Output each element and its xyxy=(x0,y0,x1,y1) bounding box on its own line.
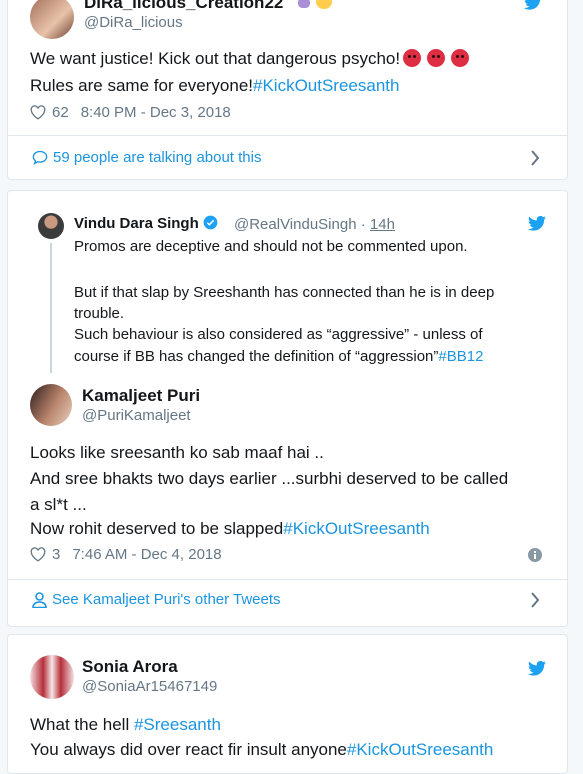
purple-heart-icon xyxy=(298,0,310,8)
tweet-card-kamaljeet: Vindu Dara Singh @RealVinduSingh · 14h P… xyxy=(7,190,568,627)
like-count[interactable]: 3 xyxy=(52,546,60,563)
tweet-text-line: Rules are same for everyone!#KickOutSree… xyxy=(30,76,400,95)
angry-face-icon xyxy=(451,49,470,67)
tweet-time[interactable]: 8:40 PM - Dec 3, 2018 xyxy=(81,104,231,121)
quote-connector-line xyxy=(50,243,52,373)
author-name[interactable]: DiRa_licious_Creation22 xyxy=(84,0,283,13)
tweet-text-line: We want justice! Kick out that dangerous… xyxy=(30,47,472,71)
see-other-tweets-link[interactable]: See Kamaljeet Puri's other Tweets xyxy=(32,591,281,608)
hashtag-link[interactable]: #KickOutSreesanth xyxy=(283,519,429,538)
chevron-right-icon[interactable] xyxy=(530,592,540,608)
quoted-text-line: trouble. xyxy=(74,305,125,322)
tweet-text-line: a sl*t ... xyxy=(30,495,87,514)
angry-face-icon xyxy=(403,49,422,67)
hashtag-link[interactable]: #KickOutSreesanth xyxy=(253,76,399,95)
heart-icon[interactable] xyxy=(30,105,46,120)
person-icon xyxy=(32,591,47,608)
quoted-avatar[interactable] xyxy=(38,213,64,239)
moon-icon xyxy=(316,0,332,9)
comment-bubble-icon xyxy=(32,150,48,165)
tweet-card-dira: DiRa_licious_Creation22 @DiRa_licious We… xyxy=(7,0,568,180)
angry-face-icon xyxy=(427,49,446,67)
talking-link[interactable]: 59 people are talking about this xyxy=(32,149,261,166)
hashtag-link[interactable]: #KickOutSreesanth xyxy=(347,740,493,759)
author-name[interactable]: Sonia Arora xyxy=(82,657,178,677)
author-name[interactable]: Kamaljeet Puri xyxy=(82,386,200,406)
heart-icon[interactable] xyxy=(30,547,46,562)
quoted-author-handle[interactable]: @RealVinduSingh · 14h xyxy=(234,216,395,233)
avatar[interactable] xyxy=(30,0,74,39)
chevron-right-icon[interactable] xyxy=(530,150,540,166)
tweet-text-line: What the hell #Sreesanth xyxy=(30,715,221,734)
tweet-text-line: You always did over react fir insult any… xyxy=(30,740,494,759)
twitter-bird-icon[interactable] xyxy=(528,661,546,676)
quoted-text-line: course if BB has changed the definition … xyxy=(74,348,484,365)
tweet-meta: 3 7:46 AM - Dec 4, 2018 xyxy=(30,546,222,563)
tweet-meta: 62 8:40 PM - Dec 3, 2018 xyxy=(30,104,231,121)
avatar[interactable] xyxy=(30,384,72,426)
quoted-text-line: But if that slap by Sreeshanth has conne… xyxy=(74,284,495,301)
divider xyxy=(8,579,567,580)
quoted-text-line: Promos are deceptive and should not be c… xyxy=(74,238,468,255)
author-handle[interactable]: @PuriKamaljeet xyxy=(82,407,191,424)
quoted-tweet-age: 14h xyxy=(369,216,395,233)
twitter-bird-icon[interactable] xyxy=(528,216,546,231)
divider xyxy=(8,135,567,136)
verified-badge-icon xyxy=(203,215,218,230)
hashtag-link[interactable]: #Sreesanth xyxy=(134,715,221,734)
author-handle[interactable]: @SoniaAr15467149 xyxy=(82,678,217,695)
quoted-text-line: Such behaviour is also considered as “ag… xyxy=(74,326,483,343)
hashtag-link[interactable]: #BB12 xyxy=(438,348,483,365)
info-icon[interactable] xyxy=(528,548,542,562)
tweet-text-line: Now rohit deserved to be slapped#KickOut… xyxy=(30,519,430,538)
like-count[interactable]: 62 xyxy=(52,104,69,121)
twitter-bird-icon[interactable] xyxy=(524,0,542,10)
tweet-time[interactable]: 7:46 AM - Dec 4, 2018 xyxy=(72,546,221,563)
tweet-text-line: And sree bhakts two days earlier ...surb… xyxy=(30,469,509,488)
tweet-text-line: Looks like sreesanth ko sab maaf hai .. xyxy=(30,443,324,462)
avatar[interactable] xyxy=(30,655,74,699)
author-handle[interactable]: @DiRa_licious xyxy=(84,14,183,31)
tweet-card-sonia: Sonia Arora @SoniaAr15467149 What the he… xyxy=(7,634,568,774)
quoted-author-name[interactable]: Vindu Dara Singh xyxy=(74,215,218,232)
